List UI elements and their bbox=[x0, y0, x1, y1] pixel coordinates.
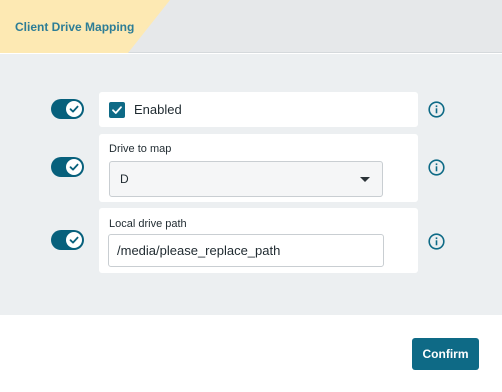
check-icon bbox=[69, 236, 79, 244]
path-card: Local drive path bbox=[99, 208, 418, 273]
checkmark-icon bbox=[112, 106, 122, 114]
header-bar: Client Drive Mapping bbox=[0, 0, 502, 53]
enabled-checkbox[interactable] bbox=[109, 102, 125, 118]
confirm-button[interactable]: Confirm bbox=[412, 338, 479, 370]
page-title: Client Drive Mapping bbox=[15, 20, 135, 34]
info-icon[interactable] bbox=[428, 101, 445, 118]
check-icon bbox=[69, 105, 79, 113]
toggle-knob bbox=[66, 232, 82, 248]
toggle-knob bbox=[66, 159, 82, 175]
path-label: Local drive path bbox=[109, 218, 187, 230]
caret-down-icon bbox=[360, 177, 370, 182]
enabled-label: Enabled bbox=[134, 102, 182, 117]
path-input[interactable] bbox=[108, 234, 384, 267]
drive-card: Drive to map D bbox=[99, 134, 418, 202]
settings-panel: Enabled Drive to map D Local drive path … bbox=[0, 54, 502, 315]
drive-row-toggle[interactable] bbox=[51, 157, 84, 177]
drive-label: Drive to map bbox=[109, 143, 172, 155]
toggle-knob bbox=[66, 101, 82, 117]
check-icon bbox=[69, 163, 79, 171]
enabled-row-toggle[interactable] bbox=[51, 99, 84, 119]
enabled-card: Enabled bbox=[99, 92, 418, 127]
drive-select-value: D bbox=[120, 172, 129, 186]
drive-select[interactable]: D bbox=[109, 161, 383, 197]
info-icon[interactable] bbox=[428, 233, 445, 250]
path-row-toggle[interactable] bbox=[51, 230, 84, 250]
info-icon[interactable] bbox=[428, 159, 445, 176]
